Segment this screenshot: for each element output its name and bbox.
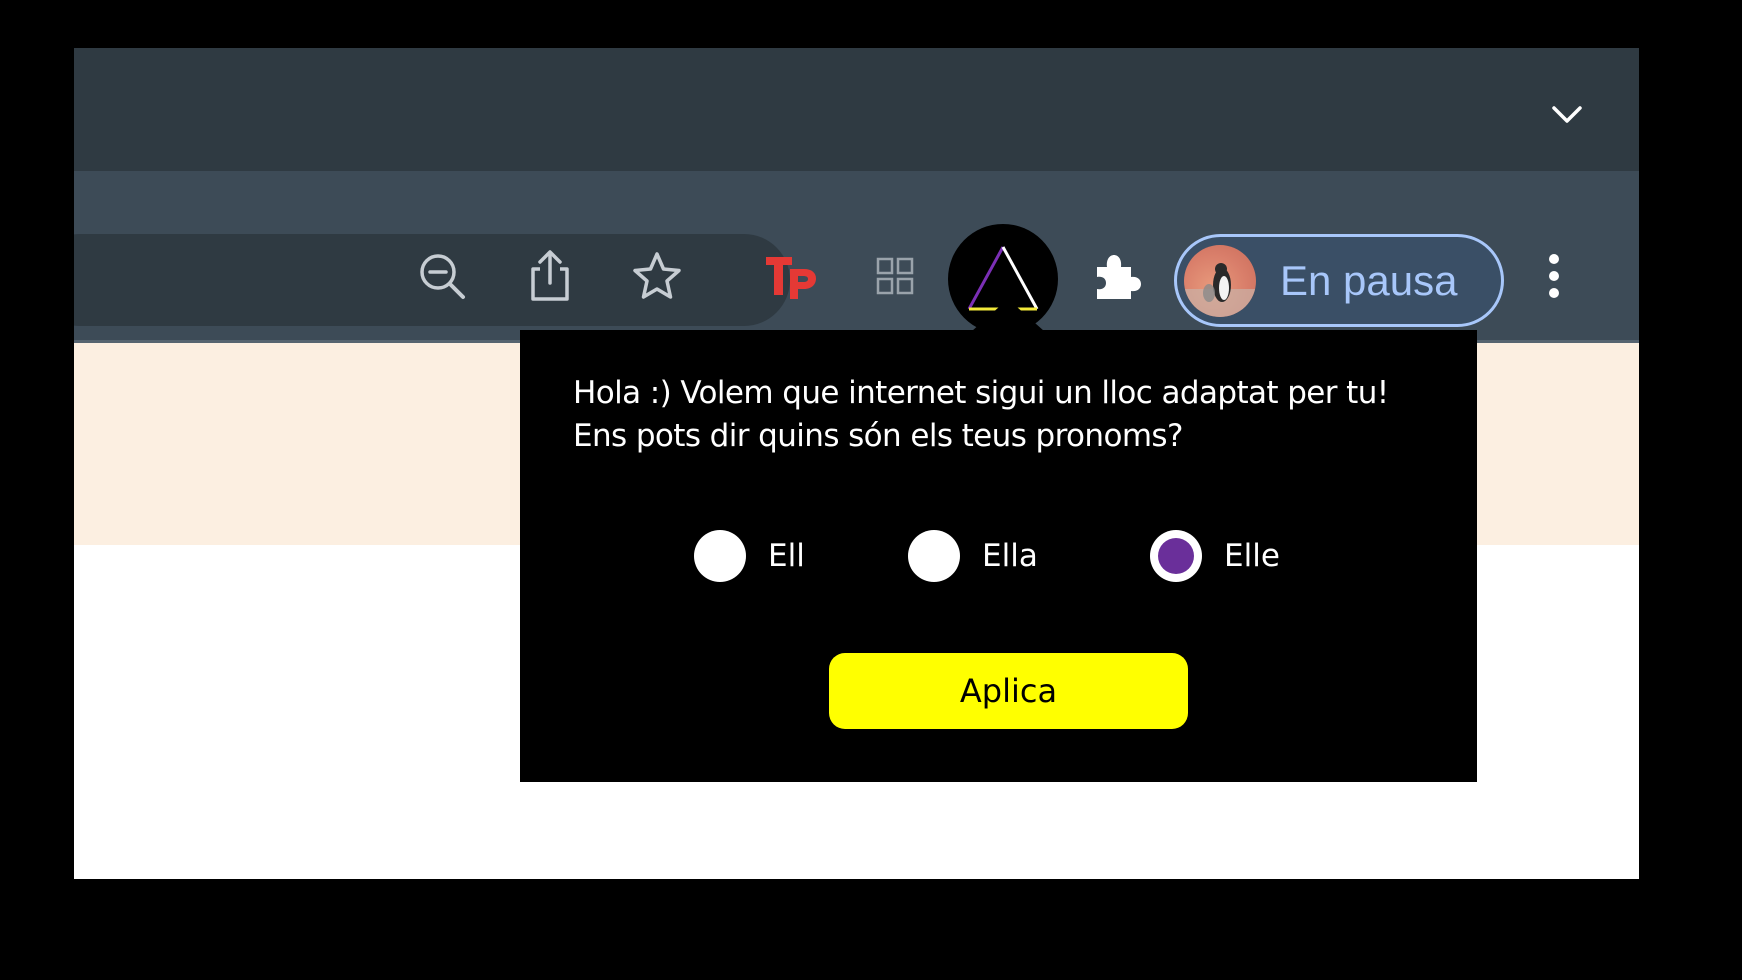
apply-button[interactable]: Aplica	[829, 653, 1188, 729]
grid-extension-icon	[876, 257, 914, 295]
zoom-out-icon	[420, 254, 465, 299]
radio-option-ell[interactable]: Ell	[694, 528, 805, 584]
puzzle-extensions-icon	[1097, 255, 1141, 299]
tab-search-dropdown[interactable]	[1550, 98, 1584, 132]
bookmark-star-icon	[633, 252, 681, 299]
browser-window: En pausa Hola :) Volem que internet sigu…	[74, 48, 1639, 879]
tp-extension-button[interactable]	[759, 244, 823, 308]
radio-selected-dot	[1158, 538, 1194, 574]
profile-status-label: En pausa	[1280, 256, 1458, 304]
grid-extension-button[interactable]	[863, 244, 927, 308]
share-button[interactable]	[520, 246, 580, 306]
radio-button-ell[interactable]	[694, 530, 746, 582]
kebab-menu-icon	[1549, 254, 1559, 298]
pronoun-radio-group: Ell Ella Elle	[520, 528, 1477, 588]
profile-chip[interactable]: En pausa	[1174, 234, 1504, 327]
zoom-out-button[interactable]	[412, 246, 472, 306]
popup-message: Hola :) Volem que internet sigui un lloc…	[573, 375, 1389, 454]
popup-arrow	[972, 299, 1044, 331]
browser-toolbar: En pausa	[74, 171, 1639, 343]
radio-button-elle[interactable]	[1150, 530, 1202, 582]
chevron-down-icon	[1552, 106, 1582, 123]
browser-menu-button[interactable]	[1534, 246, 1574, 306]
tp-extension-icon	[766, 257, 816, 299]
bookmark-button[interactable]	[627, 246, 687, 306]
penguin-avatar-icon	[1184, 262, 1256, 317]
radio-label-ell: Ell	[768, 538, 805, 574]
radio-label-ella: Ella	[982, 538, 1038, 574]
radio-option-elle[interactable]: Elle	[1150, 528, 1280, 584]
radio-button-ella[interactable]	[908, 530, 960, 582]
extensions-button[interactable]	[1084, 244, 1148, 308]
radio-option-ella[interactable]: Ella	[908, 528, 1038, 584]
tab-strip	[74, 48, 1639, 171]
radio-label-elle: Elle	[1224, 538, 1280, 574]
avatar	[1184, 244, 1256, 317]
share-icon	[531, 250, 569, 301]
pronoun-popup: Hola :) Volem que internet sigui un lloc…	[520, 330, 1477, 782]
